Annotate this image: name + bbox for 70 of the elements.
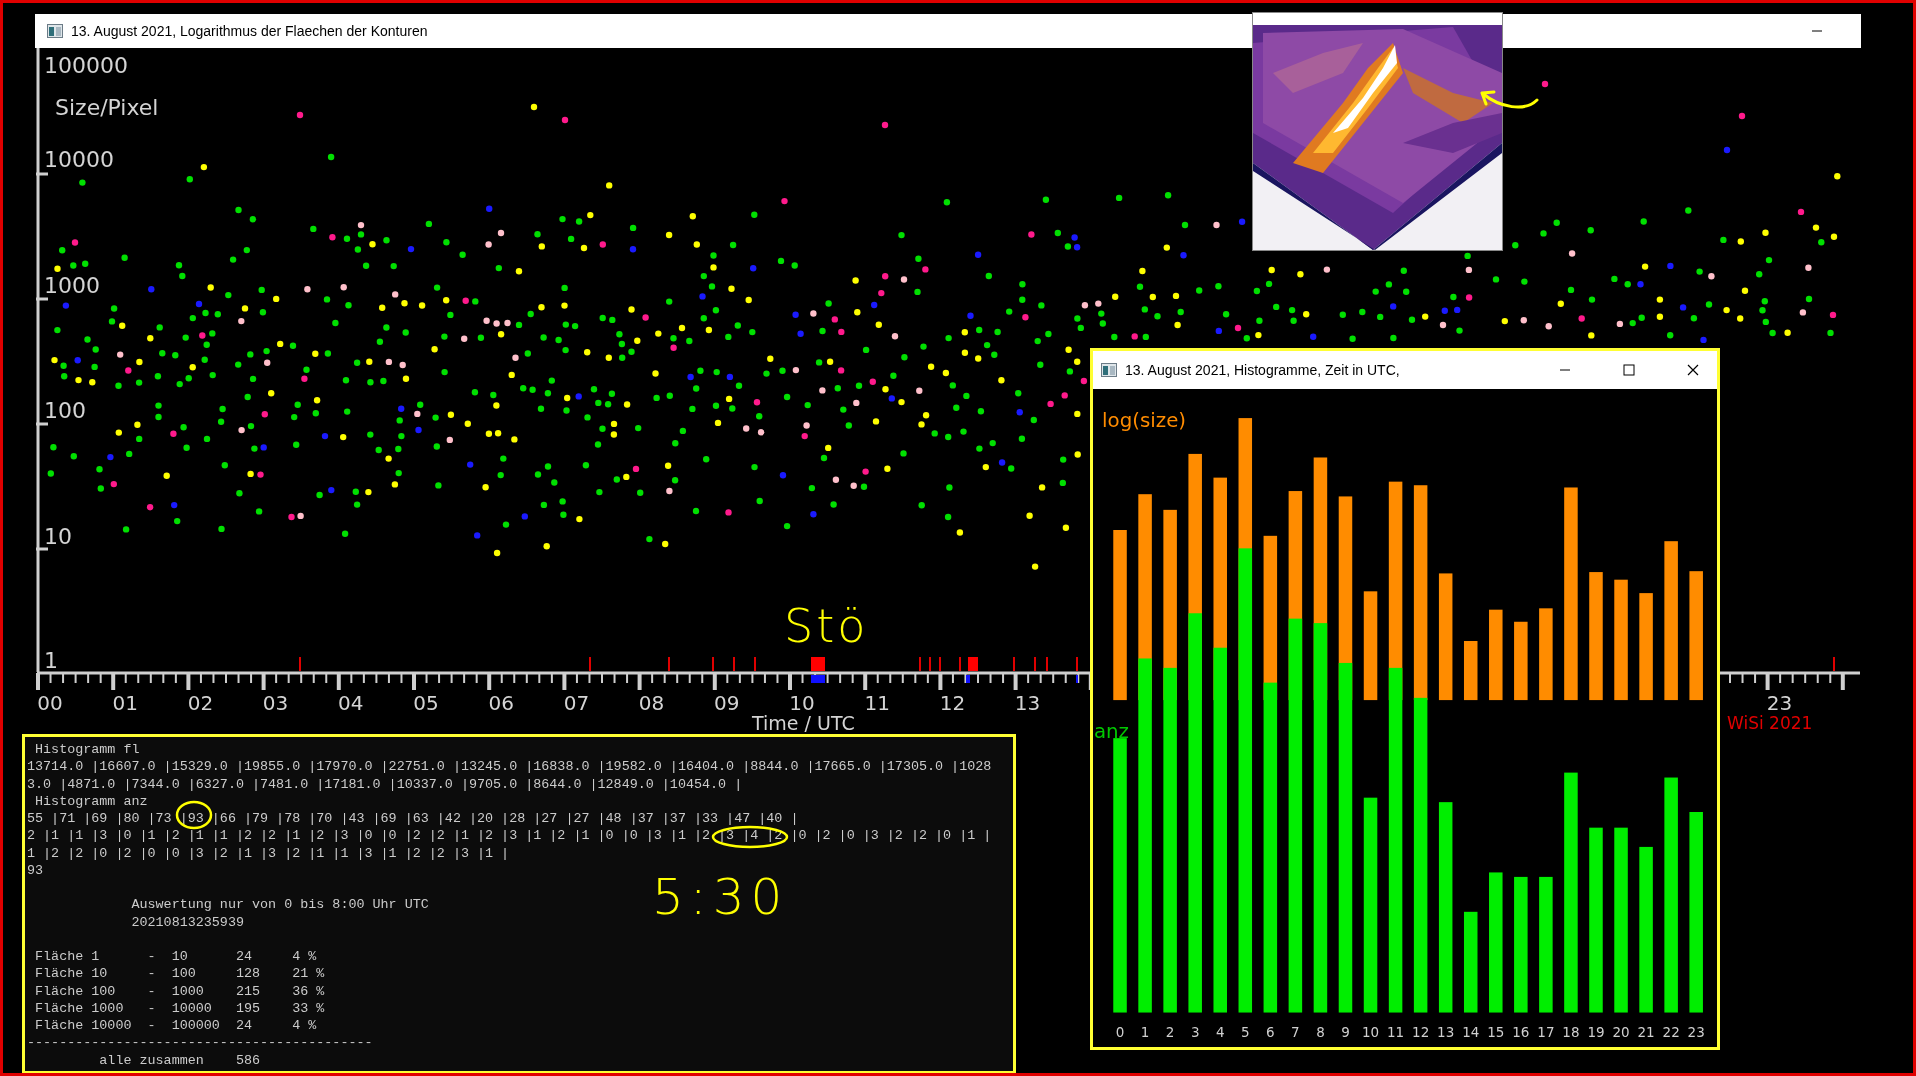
axis-label: 16 — [1512, 1024, 1530, 1041]
credit-text: WiSi 2021 — [1727, 715, 1813, 732]
axis-label: 0 — [1115, 1024, 1125, 1041]
axis-label: 17 — [1537, 1024, 1555, 1041]
axis-label: 100000 — [44, 55, 128, 77]
console-line: Histogramm anz — [34, 792, 148, 811]
axis-label: 09 — [714, 693, 740, 713]
console-line: 55 |71 |69 |80 |73 |93 |66 |79 |78 |70 |43 |69 |63 |42 |20 |28 |27 |27 |48 |37 |37 |33 |47 |40 | — [27, 810, 799, 828]
console-line: Fläche 10000 - 100000 24 4 % — [34, 1017, 317, 1035]
chart-label: anz — [1093, 720, 1129, 744]
console-line: 20210813235939 — [130, 913, 244, 931]
console-line: ------------------------------------------- — [27, 1034, 373, 1052]
console-line: alle zusammen 586 — [98, 1051, 261, 1070]
axis-label: 12 — [1412, 1024, 1430, 1041]
axis-label: 19 — [1587, 1024, 1605, 1041]
axis-label: 13 — [1437, 1024, 1455, 1041]
console-line: 1 |2 |2 |0 |2 |0 |0 |3 |2 |1 |3 |2 |1 |1 |3 |1 |2 |2 |3 |1 | — [27, 844, 510, 863]
axis-label: 01 — [112, 693, 138, 713]
axis-label: 13 — [1014, 693, 1041, 713]
axis-label: 22 — [1662, 1024, 1680, 1041]
console-line: 93 — [27, 862, 44, 880]
chart-label: log(size) — [1102, 409, 1187, 433]
console-line: 3.0 |4871.0 |7344.0 |6327.0 |7481.0 |17181.0 |10337.0 |9705.0 |8644.0 |12849.0 |10454.0 | — [27, 775, 743, 793]
axis-label: 04 — [338, 693, 364, 713]
console-line: Fläche 1000 - 10000 195 33 % — [34, 999, 325, 1018]
handwritten-note: Stö — [784, 603, 869, 649]
axis-label: 100 — [44, 400, 86, 422]
window-title: 13. August 2021, Histogramme, Zeit in UTC, — [1125, 362, 1400, 378]
axis-label: 11 — [1387, 1024, 1405, 1041]
axis-label: 00 — [37, 693, 63, 713]
axis-label: 05 — [413, 693, 439, 713]
axis-label: 7 — [1291, 1024, 1300, 1041]
axis-label: 8 — [1316, 1024, 1325, 1041]
axis-label: 10 — [44, 526, 72, 548]
axis-title: Size/Pixel — [55, 97, 159, 119]
console-line: Histogramm fl — [34, 741, 140, 759]
axis-label: 5 — [1241, 1024, 1250, 1041]
axis-label: 06 — [488, 693, 514, 713]
axis-label: 1 — [44, 650, 58, 672]
axis-label: 1000 — [44, 275, 100, 297]
axis-label: 23 — [1766, 693, 1793, 713]
axis-label: 08 — [638, 693, 665, 713]
axis-label: 11 — [864, 693, 890, 713]
axis-label: 6 — [1266, 1024, 1275, 1041]
axis-label: 9 — [1341, 1024, 1350, 1041]
axis-label: 14 — [1462, 1024, 1480, 1041]
axis-label: 10 — [789, 693, 815, 713]
axis-label: 3 — [1190, 1024, 1200, 1041]
axis-label: 03 — [262, 693, 289, 713]
axis-label: 12 — [939, 693, 966, 713]
axis-label: 4 — [1215, 1024, 1225, 1041]
axis-label: 07 — [563, 693, 590, 713]
axis-label: 15 — [1487, 1024, 1505, 1041]
axis-label: 10000 — [44, 149, 114, 171]
window-title: 13. August 2021, Logarithmus der Flaechen der Konturen — [71, 23, 428, 39]
axis-label: 21 — [1637, 1024, 1655, 1041]
axis-label: 10 — [1361, 1024, 1380, 1041]
axis-label: 02 — [187, 693, 214, 713]
axis-title: Time / UTC — [752, 714, 855, 733]
axis-label: 20 — [1612, 1024, 1630, 1041]
console-line: Fläche 1 - 10 24 4 % — [34, 947, 317, 966]
console-line: Auswertung nur von 0 bis 8:00 Uhr UTC — [130, 896, 429, 914]
axis-label: 2 — [1165, 1024, 1175, 1041]
handwritten-note: 5:30 — [652, 872, 789, 922]
console-line: 13714.0 |16607.0 |15329.0 |19855.0 |17970.0 |22751.0 |13245.0 |16838.0 |19582.0 |16404.0 |8844.0 |17665.0 |17305.0 |1028 — [27, 758, 992, 776]
console-line: Fläche 100 - 1000 215 36 % — [34, 982, 325, 1000]
axis-label: 18 — [1562, 1024, 1580, 1041]
axis-label: 1 — [1140, 1024, 1150, 1041]
console-line: Fläche 10 - 100 128 21 % — [34, 965, 325, 983]
axis-label: 23 — [1687, 1024, 1705, 1041]
